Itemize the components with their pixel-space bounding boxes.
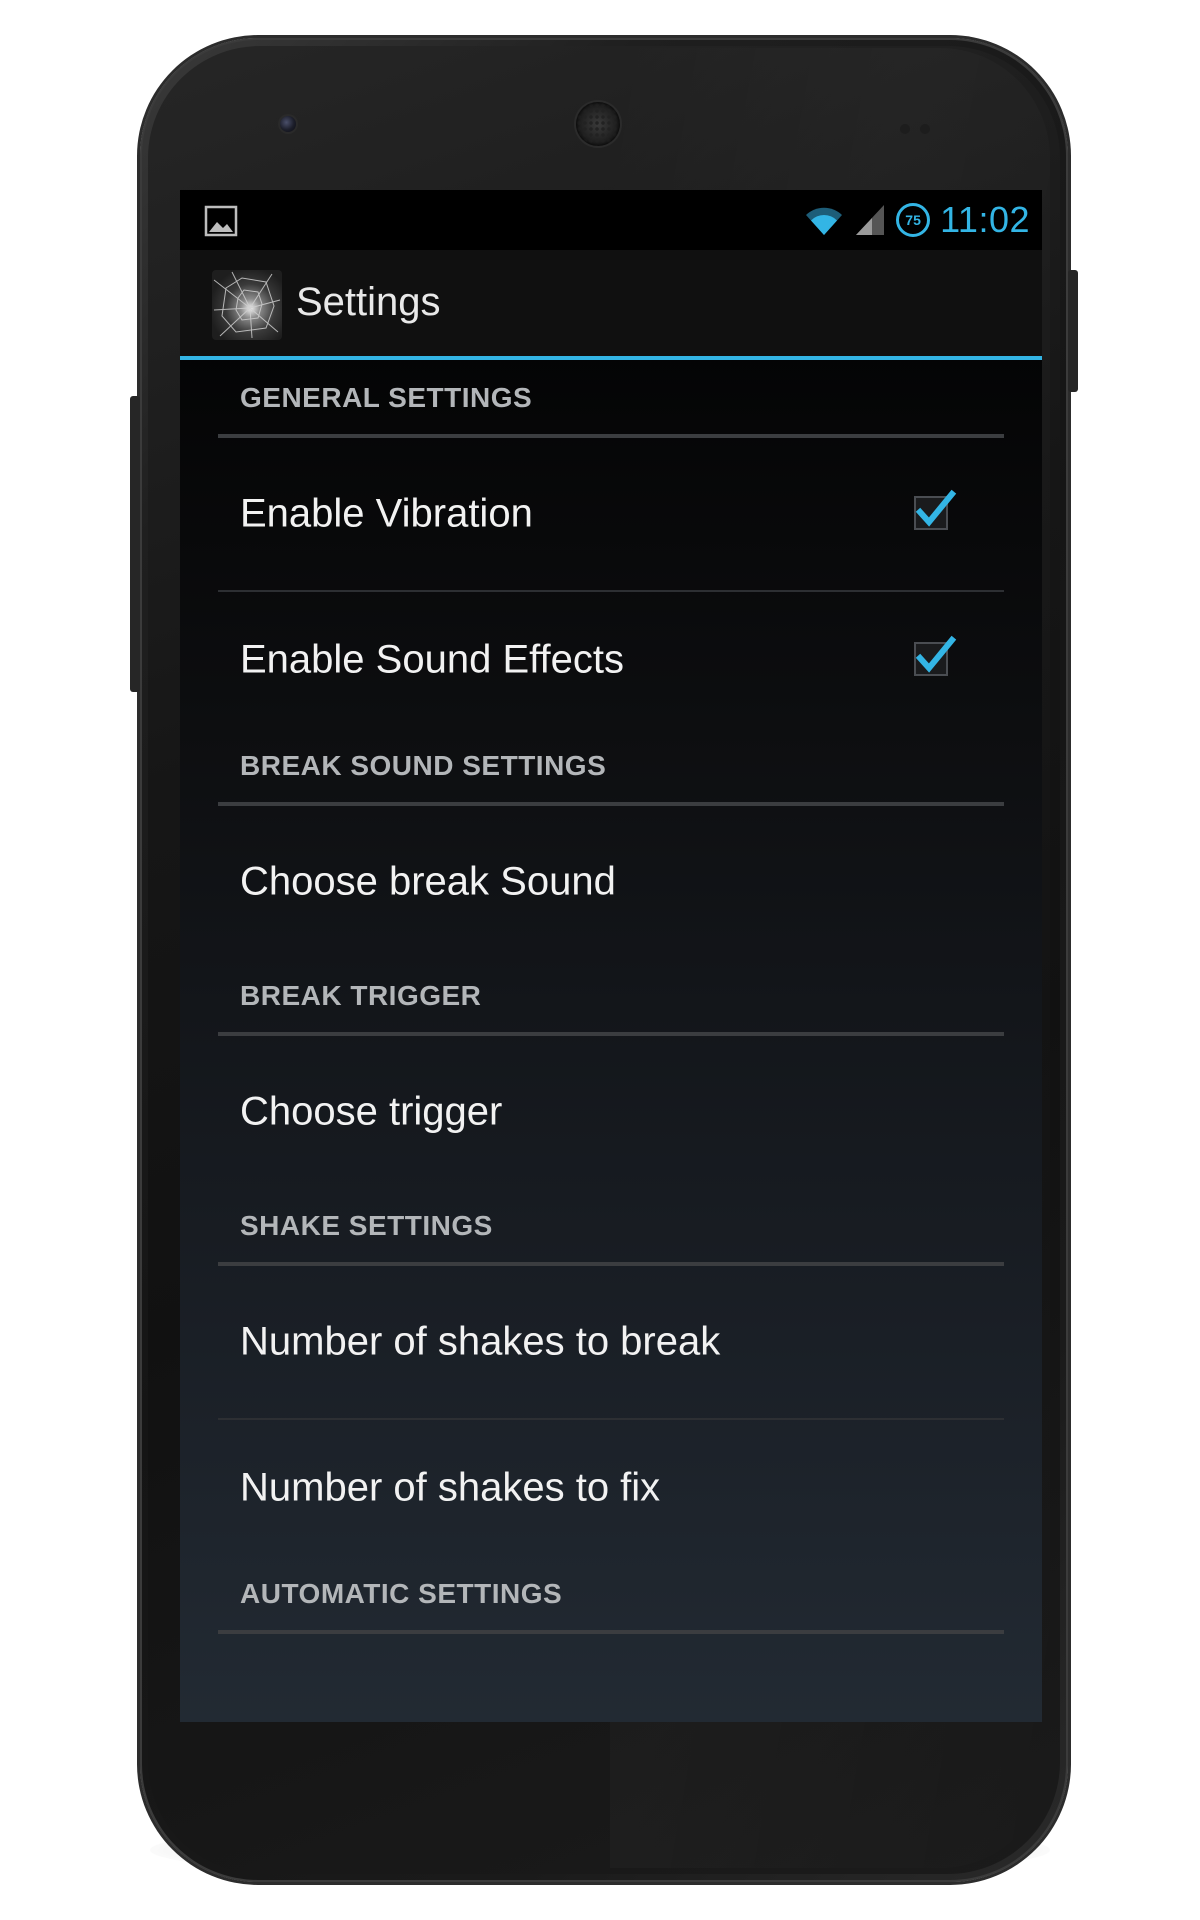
setting-label: Number of shakes to break: [240, 1319, 721, 1364]
cell-signal-icon: [856, 205, 885, 235]
setting-label: Enable Vibration: [240, 491, 533, 536]
setting-label: Choose break Sound: [240, 859, 616, 904]
setting-label: Choose trigger: [240, 1089, 503, 1134]
setting-choose-trigger[interactable]: Choose trigger: [218, 1036, 1004, 1188]
action-bar-title: Settings: [296, 280, 441, 324]
setting-enable-sound-effects[interactable]: Enable Sound Effects: [218, 592, 1004, 728]
setting-enable-vibration[interactable]: Enable Vibration: [218, 438, 1004, 592]
section-header-general: GENERAL SETTINGS: [218, 360, 1004, 438]
status-bar: 75 11:02: [180, 190, 1042, 250]
section-header-break-trigger: BREAK TRIGGER: [218, 958, 1004, 1036]
sound-effects-checkbox[interactable]: [914, 635, 957, 676]
setting-choose-break-sound[interactable]: Choose break Sound: [218, 806, 1004, 958]
front-camera: [280, 116, 296, 132]
earpiece-speaker: [576, 102, 620, 146]
status-icons: 75 11:02: [804, 198, 1030, 242]
power-button: [1068, 270, 1078, 392]
battery-circle-icon: 75: [896, 203, 931, 237]
proximity-sensor: [900, 124, 910, 134]
section-header-label: BREAK TRIGGER: [240, 980, 482, 1011]
setting-label: Enable Sound Effects: [240, 637, 624, 682]
checkmark-icon: [915, 635, 957, 673]
section-header-automatic: AUTOMATIC SETTINGS: [218, 1556, 1004, 1634]
settings-list: GENERAL SETTINGS Enable Vibration Enable…: [180, 360, 1042, 1634]
cracked-glass-app-icon[interactable]: [212, 270, 282, 340]
image-notification-icon: [204, 205, 238, 237]
section-header-shake: SHAKE SETTINGS: [218, 1188, 1004, 1266]
section-header-label: BREAK SOUND SETTINGS: [240, 750, 607, 781]
section-header-label: AUTOMATIC SETTINGS: [240, 1578, 563, 1609]
phone-screen: 75 11:02 Settings GENERAL SETTINGS Enabl…: [180, 190, 1042, 1722]
setting-shakes-to-fix[interactable]: Number of shakes to fix: [218, 1420, 1004, 1556]
action-bar: Settings: [180, 250, 1042, 360]
section-header-break-sound: BREAK SOUND SETTINGS: [218, 728, 1004, 806]
vibration-checkbox[interactable]: [914, 489, 957, 530]
clock: 11:02: [940, 199, 1030, 240]
checkmark-icon: [915, 489, 957, 527]
section-header-label: GENERAL SETTINGS: [240, 382, 533, 413]
volume-rocker: [130, 396, 140, 692]
setting-label: Number of shakes to fix: [240, 1465, 661, 1510]
setting-shakes-to-break[interactable]: Number of shakes to break: [218, 1266, 1004, 1420]
battery-level: 75: [905, 212, 921, 228]
section-header-label: SHAKE SETTINGS: [240, 1210, 493, 1241]
light-sensor: [920, 124, 930, 134]
wifi-icon: [806, 207, 843, 235]
